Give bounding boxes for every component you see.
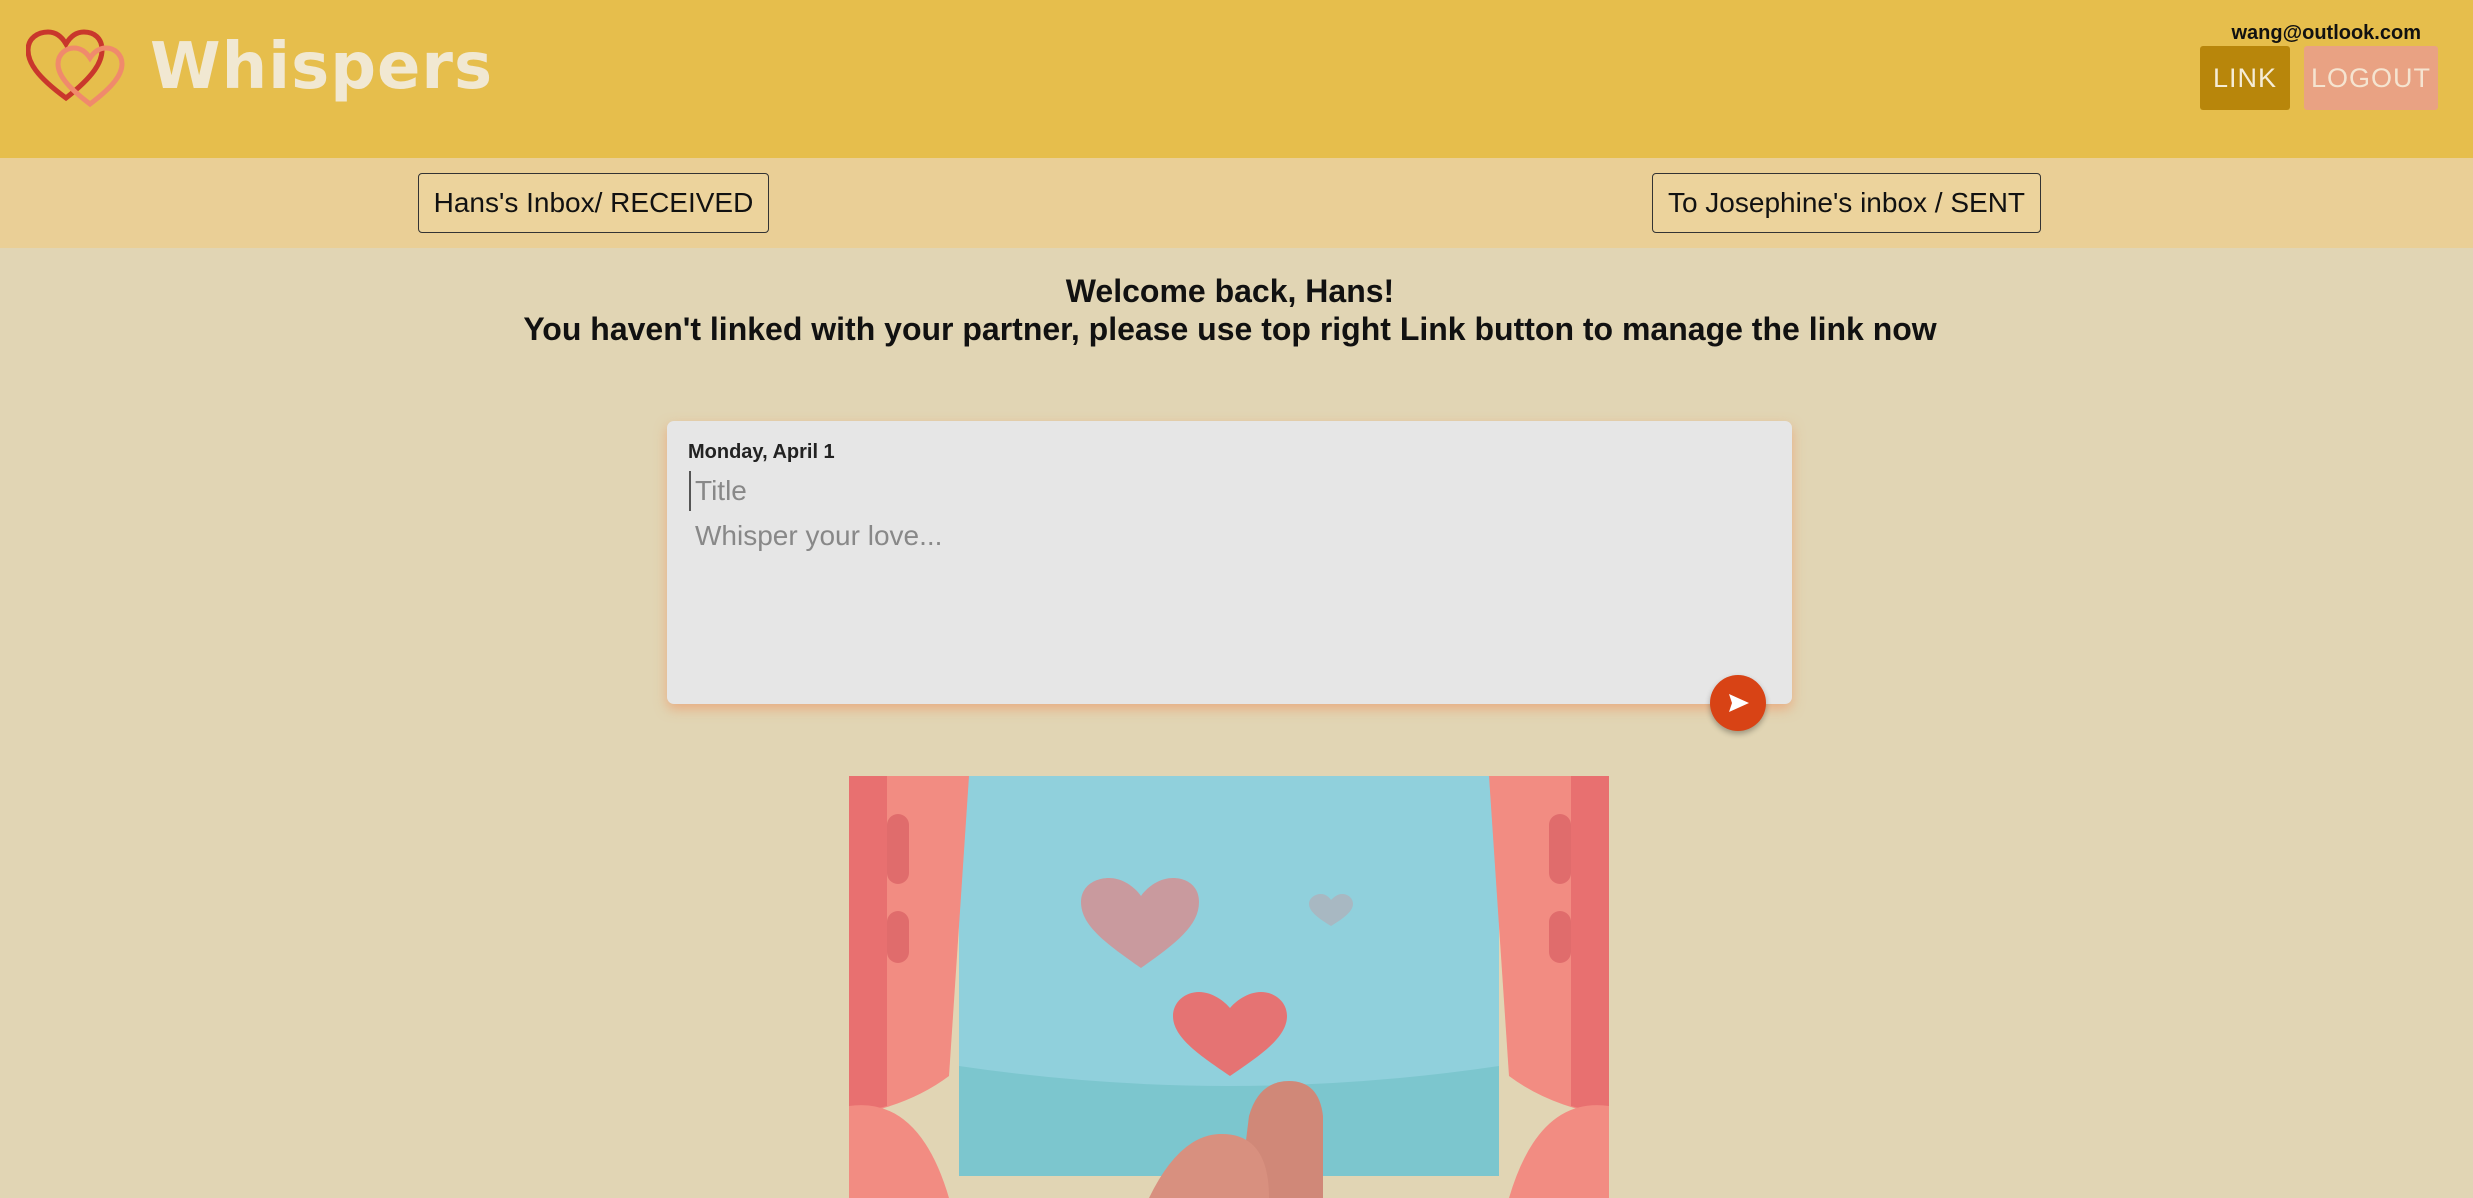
welcome-greeting: Welcome back, Hans!: [1065, 273, 1395, 309]
welcome-message: Welcome back, Hans! You haven't linked w…: [0, 272, 2460, 348]
app-title: Whispers: [150, 30, 494, 104]
inbox-tab-bar: Hans's Inbox/ RECEIVED To Josephine's in…: [0, 158, 2473, 248]
hearts-logo-icon: [26, 29, 125, 108]
composer-date: Monday, April 1: [688, 441, 835, 463]
tab-received-inbox[interactable]: Hans's Inbox/ RECEIVED: [418, 173, 769, 233]
curtain-hearts-image: [849, 776, 1609, 1198]
send-button[interactable]: [1710, 675, 1766, 731]
tab-sent-inbox[interactable]: To Josephine's inbox / SENT: [1652, 173, 2041, 233]
link-partner-notice: You haven't linked with your partner, pl…: [523, 311, 1937, 347]
whisper-body-input[interactable]: [689, 516, 1771, 684]
logout-button[interactable]: LOGOUT: [2304, 46, 2438, 110]
whisper-composer: Monday, April 1: [667, 421, 1792, 704]
love-illustration: [849, 776, 1609, 1198]
link-button[interactable]: LINK: [2200, 46, 2290, 110]
send-icon: [1729, 694, 1749, 712]
user-email: wang@outlook.com: [2231, 22, 2421, 44]
top-bar: Whispers wang@outlook.com LINK LOGOUT: [0, 0, 2473, 158]
title-input[interactable]: [689, 471, 1769, 511]
